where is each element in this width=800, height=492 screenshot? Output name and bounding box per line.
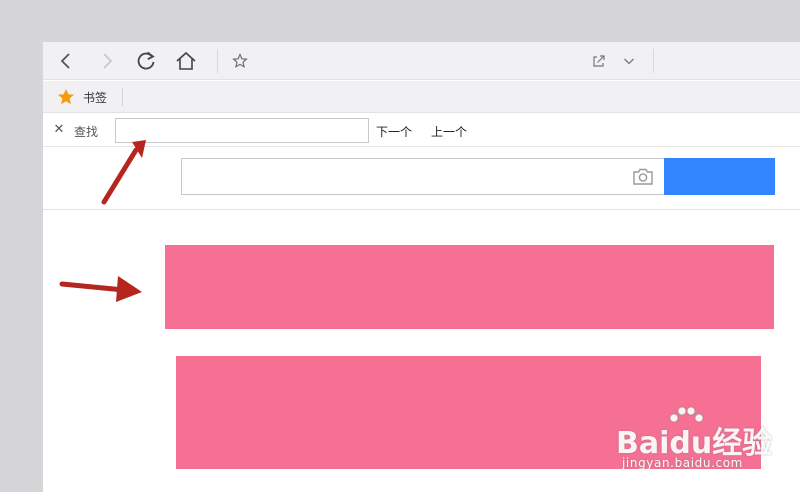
bookmarks-folder[interactable]: 书签 — [57, 87, 107, 107]
chevron-down-icon — [624, 58, 634, 65]
camera-icon[interactable] — [632, 167, 654, 187]
find-close-button[interactable]: ✕ — [51, 122, 67, 137]
bookmarks-label: 书签 — [83, 90, 108, 105]
bookmark-star-icon — [232, 53, 248, 68]
find-next-button[interactable]: 下一个 — [376, 123, 412, 140]
home-icon — [176, 51, 196, 70]
toolbar-separator — [653, 49, 654, 73]
back-button[interactable] — [51, 46, 81, 76]
toolbar-separator — [217, 49, 218, 73]
watermark: Baidu经验 jingyan.baidu.com — [612, 402, 800, 492]
forward-button[interactable] — [92, 46, 122, 76]
share-icon — [593, 55, 605, 67]
search-button[interactable] — [664, 158, 775, 195]
bookmarks-separator — [122, 88, 123, 106]
browser-toolbar — [43, 42, 800, 80]
redacted-region — [165, 245, 774, 329]
share-button[interactable] — [584, 46, 614, 76]
find-prev-button[interactable]: 上一个 — [431, 123, 467, 140]
find-label: 查找 — [74, 125, 99, 139]
star-icon — [58, 89, 74, 105]
find-bar: ✕ 查找 下一个 上一个 — [43, 114, 800, 147]
bookmark-star-button[interactable] — [225, 46, 255, 76]
page-search-area — [43, 148, 800, 210]
watermark-url: jingyan.baidu.com — [622, 456, 743, 470]
share-menu-button[interactable] — [614, 46, 644, 76]
home-button[interactable] — [171, 46, 201, 76]
reload-button[interactable] — [131, 46, 161, 76]
search-input[interactable] — [181, 158, 664, 195]
forward-icon — [103, 53, 113, 69]
reload-icon — [137, 51, 155, 70]
bookmarks-bar: 书签 — [43, 81, 800, 113]
back-icon — [60, 53, 70, 69]
find-input[interactable] — [115, 118, 369, 143]
